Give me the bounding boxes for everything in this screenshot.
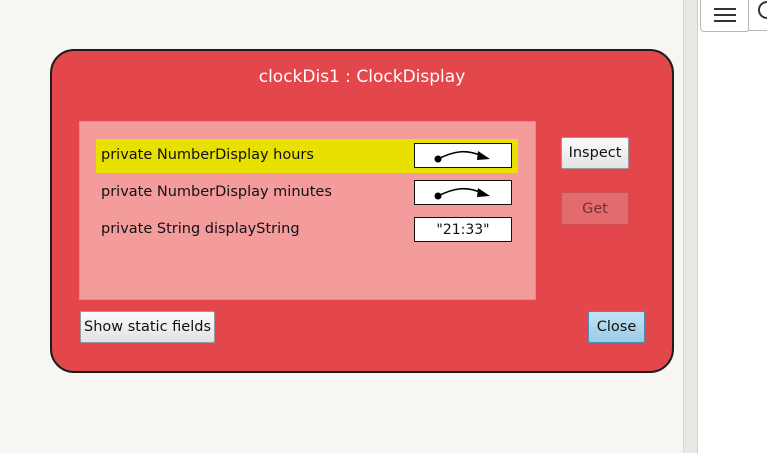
object-inspector-dialog: clockDis1 : ClockDisplay private NumberD… [50,49,674,373]
field-label-hours: private NumberDisplay hours [101,147,314,163]
hamburger-menu-icon [714,8,736,22]
search-button[interactable] [748,0,767,31]
field-row-hours[interactable]: private NumberDisplay hours [96,139,518,173]
dialog-title: clockDis1 : ClockDisplay [258,67,466,87]
menu-button[interactable] [700,0,750,32]
object-reference-arrow-icon [434,150,490,162]
fields-panel: private NumberDisplay hours private Numb… [79,121,536,300]
scrollbar[interactable] [683,0,698,453]
search-icon [758,1,767,19]
field-row-minutes[interactable]: private NumberDisplay minutes [96,176,518,210]
get-button[interactable]: Get [561,192,629,225]
show-static-fields-button[interactable]: Show static fields [80,311,215,343]
field-value-minutes[interactable] [414,180,512,205]
close-button[interactable]: Close [588,311,645,343]
field-label-minutes: private NumberDisplay minutes [101,184,332,200]
field-row-displaystring[interactable]: private String displayString "21:33" [96,213,518,247]
side-panel [697,0,767,453]
field-value-displaystring[interactable]: "21:33" [414,217,512,242]
field-value-hours[interactable] [414,143,512,168]
field-label-displaystring: private String displayString [101,221,300,237]
object-reference-arrow-icon [434,187,490,199]
inspect-button[interactable]: Inspect [561,137,629,169]
